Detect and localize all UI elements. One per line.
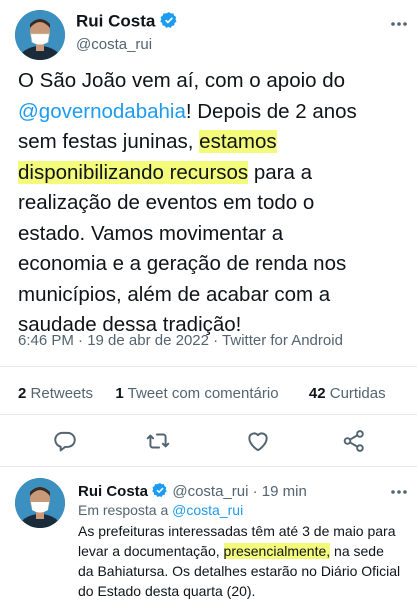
divider bbox=[0, 466, 417, 467]
divider bbox=[0, 414, 417, 415]
tweet-line: O São João vem aí, com o apoio do bbox=[18, 69, 346, 92]
reply-text-fragment: levar a documentação, bbox=[78, 543, 224, 559]
tweet-stats: 2 Retweets 1 Tweet com comentário 42 Cur… bbox=[18, 385, 386, 402]
reply-text: As prefeituras interessadas têm até 3 de… bbox=[78, 521, 413, 601]
reply-mention-link[interactable]: @costa_rui bbox=[172, 502, 243, 518]
quotes-stat[interactable]: 1 Tweet com comentário bbox=[115, 385, 278, 402]
action-bar bbox=[0, 428, 417, 454]
more-icon[interactable] bbox=[389, 482, 409, 502]
like-icon[interactable] bbox=[245, 428, 271, 454]
tweet-line: realização de eventos em todo o bbox=[18, 191, 315, 214]
tweet-text-fragment: sem festas juninas, bbox=[18, 130, 200, 153]
reply-line: As prefeituras interessadas têm até 3 de… bbox=[78, 523, 396, 539]
likes-label: Curtidas bbox=[329, 385, 386, 402]
avatar[interactable] bbox=[15, 10, 65, 60]
likes-stat[interactable]: 42 Curtidas bbox=[309, 385, 386, 402]
reply-text-fragment: na sede bbox=[330, 543, 384, 559]
reply-icon[interactable] bbox=[52, 428, 78, 454]
retweets-count: 2 bbox=[18, 385, 27, 402]
mention-link[interactable]: @governodabahia bbox=[18, 100, 186, 123]
reply-author-name[interactable]: Rui Costa bbox=[78, 483, 148, 500]
divider bbox=[0, 366, 417, 367]
reply-avatar[interactable] bbox=[15, 478, 65, 528]
highlighted-text: estamos bbox=[199, 130, 277, 153]
verified-badge-icon bbox=[152, 482, 168, 502]
retweet-icon[interactable] bbox=[145, 428, 171, 454]
reply-time[interactable]: · 19 min bbox=[253, 483, 307, 500]
reply-line: levar a documentação, presencialmente, n… bbox=[78, 541, 413, 561]
tweet-line: estado. Vamos movimentar a bbox=[18, 221, 284, 245]
quotes-label: Tweet com comentário bbox=[127, 385, 279, 402]
tweet-line: disponibilizando recursos para a bbox=[18, 158, 408, 189]
author-handle[interactable]: @costa_rui bbox=[76, 36, 152, 53]
quotes-count: 1 bbox=[115, 385, 124, 402]
reply-context: Em resposta a @costa_rui bbox=[78, 502, 243, 518]
highlighted-text: presencialmente, bbox=[223, 543, 331, 559]
verified-badge-icon bbox=[160, 11, 178, 34]
author-name[interactable]: Rui Costa bbox=[76, 12, 155, 31]
highlighted-text: disponibilizando recursos bbox=[18, 160, 249, 184]
reply-prefix: Em resposta a bbox=[78, 502, 169, 518]
reply-author-handle[interactable]: @costa_rui bbox=[172, 483, 248, 500]
tweet-line: economia e a geração de renda nos bbox=[18, 252, 347, 275]
tweet-text: O São João vem aí, com o apoio do @gover… bbox=[18, 66, 408, 341]
tweet-text-fragment: para a bbox=[248, 160, 313, 184]
tweet-line: sem festas juninas, estamos bbox=[18, 127, 408, 158]
retweets-stat[interactable]: 2 Retweets bbox=[18, 385, 93, 402]
retweets-label: Retweets bbox=[30, 385, 94, 402]
reply-line: da Bahiatursa. Os detalhes estarão no Di… bbox=[78, 563, 401, 579]
likes-count: 42 bbox=[308, 385, 326, 402]
reply-line: do Estado desta quarta (20). bbox=[78, 583, 256, 599]
author-line: Rui Costa bbox=[76, 11, 178, 34]
more-icon[interactable] bbox=[389, 14, 409, 34]
tweet-line: @governodabahia! Depois de 2 anos bbox=[18, 97, 408, 128]
tweet-timestamp[interactable]: 6:46 PM · 19 de abr de 2022 · Twitter fo… bbox=[18, 332, 343, 349]
reply-author-line: Rui Costa @costa_rui · 19 min bbox=[78, 482, 307, 502]
tweet-text-fragment: ! Depois de 2 anos bbox=[185, 99, 357, 123]
share-icon[interactable] bbox=[341, 428, 367, 454]
tweet-line: municípios, além de acabar com a bbox=[18, 282, 331, 306]
